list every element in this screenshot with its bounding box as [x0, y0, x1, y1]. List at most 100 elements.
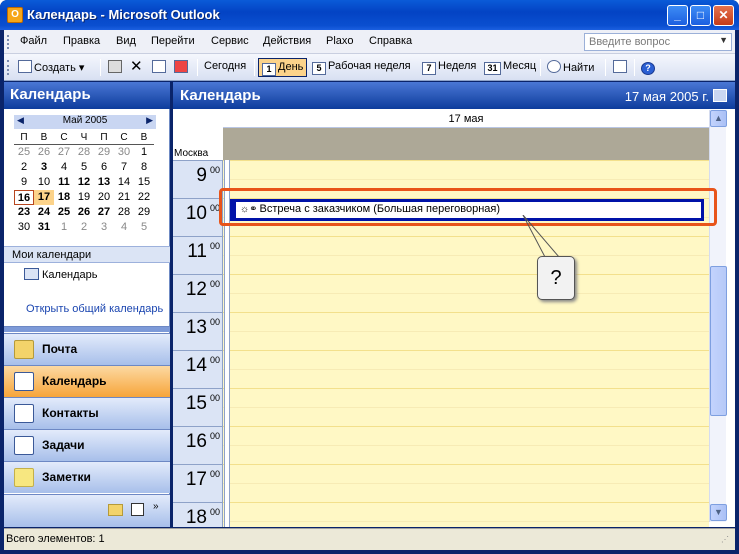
- date-cell[interactable]: 29: [94, 145, 114, 160]
- scroll-up-icon[interactable]: ▲: [710, 110, 727, 127]
- date-cell[interactable]: 6: [94, 160, 114, 175]
- find-button[interactable]: Найти: [544, 58, 597, 77]
- help-button[interactable]: ?: [638, 58, 660, 77]
- half-hour-slot-line: [223, 521, 709, 522]
- menu-help[interactable]: Справка: [369, 35, 412, 47]
- today-button[interactable]: Сегодня: [201, 58, 249, 77]
- date-cell[interactable]: 24: [34, 205, 54, 220]
- menu-go[interactable]: Перейти: [151, 35, 195, 47]
- close-button[interactable]: ✕: [713, 5, 734, 26]
- open-shared-calendar-link[interactable]: Открыть общий календарь: [26, 303, 163, 315]
- address-book-small-button[interactable]: [610, 58, 632, 77]
- date-cell[interactable]: 23: [14, 205, 34, 220]
- date-cell[interactable]: 3: [34, 160, 54, 175]
- date-cell[interactable]: 19: [74, 190, 94, 205]
- date-cell[interactable]: 9: [14, 175, 34, 190]
- next-month-icon[interactable]: ▶: [146, 115, 153, 126]
- menu-file[interactable]: Файл: [20, 35, 47, 47]
- address-book-button[interactable]: [171, 58, 193, 77]
- delete-icon: ✕: [130, 58, 143, 75]
- date-cell[interactable]: 26: [34, 145, 54, 160]
- date-cell[interactable]: 2: [14, 160, 34, 175]
- calendar-list-item[interactable]: Календарь: [24, 268, 98, 281]
- date-cell[interactable]: 15: [134, 175, 154, 190]
- calendar-date-icon[interactable]: [713, 89, 727, 102]
- scroll-down-icon[interactable]: ▼: [710, 504, 727, 521]
- date-cell[interactable]: 16: [14, 190, 34, 205]
- date-cell[interactable]: 1: [54, 220, 74, 235]
- calendar-icon: [14, 372, 34, 391]
- print-icon: [108, 60, 122, 73]
- day-view-button[interactable]: 1 День: [258, 58, 308, 77]
- date-cell[interactable]: 1: [134, 145, 154, 160]
- date-cell[interactable]: 5: [134, 220, 154, 235]
- scroll-thumb[interactable]: [710, 266, 727, 416]
- date-cell[interactable]: 4: [114, 220, 134, 235]
- nav-contacts-button[interactable]: Контакты: [4, 397, 170, 429]
- date-cell[interactable]: 12: [74, 175, 94, 190]
- date-cell[interactable]: 29: [134, 205, 154, 220]
- date-cell[interactable]: 25: [14, 145, 34, 160]
- menubar-grip-icon[interactable]: [7, 35, 10, 49]
- date-cell[interactable]: 18: [54, 190, 74, 205]
- date-cell[interactable]: 28: [114, 205, 134, 220]
- date-cell[interactable]: 20: [94, 190, 114, 205]
- shortcut-icon[interactable]: [131, 503, 144, 516]
- date-cell[interactable]: 22: [134, 190, 154, 205]
- resize-grip-icon[interactable]: ⋰: [721, 535, 733, 547]
- print-button[interactable]: [105, 58, 127, 77]
- view-grid-button[interactable]: [149, 58, 171, 77]
- menu-plaxo[interactable]: Plaxo: [326, 35, 354, 47]
- date-cell[interactable]: 3: [94, 220, 114, 235]
- vertical-scrollbar[interactable]: ▲ ▼: [709, 110, 727, 522]
- date-cell[interactable]: 8: [134, 160, 154, 175]
- date-cell[interactable]: 26: [74, 205, 94, 220]
- create-button[interactable]: Создать ▾: [15, 58, 87, 77]
- date-cell[interactable]: 17: [34, 190, 54, 205]
- date-cell[interactable]: 4: [54, 160, 74, 175]
- date-cell[interactable]: 27: [54, 145, 74, 160]
- day-column-header[interactable]: 17 мая: [223, 110, 709, 128]
- configure-buttons-icon[interactable]: »: [153, 501, 159, 512]
- title-bar[interactable]: O Календарь - Microsoft Outlook _ □ ✕: [0, 0, 739, 30]
- date-cell[interactable]: 7: [114, 160, 134, 175]
- minimize-button[interactable]: _: [667, 5, 688, 26]
- pane-splitter[interactable]: [4, 326, 170, 332]
- weekday-header: П: [94, 130, 114, 145]
- nav-tasks-button[interactable]: Задачи: [4, 429, 170, 461]
- date-cell[interactable]: 27: [94, 205, 114, 220]
- outlook-icon: O: [7, 7, 23, 23]
- work-week-button[interactable]: 5 Рабочая неделя: [309, 58, 414, 77]
- maximize-button[interactable]: □: [690, 5, 711, 26]
- date-cell[interactable]: 14: [114, 175, 134, 190]
- work-week-label: Рабочая неделя: [328, 60, 411, 72]
- date-cell[interactable]: 2: [74, 220, 94, 235]
- date-cell[interactable]: 31: [34, 220, 54, 235]
- prev-month-icon[interactable]: ◀: [17, 115, 24, 126]
- date-cell[interactable]: 25: [54, 205, 74, 220]
- folder-icon[interactable]: [108, 504, 123, 516]
- nav-notes-button[interactable]: Заметки: [4, 461, 170, 493]
- all-day-events-area[interactable]: [223, 128, 709, 160]
- nav-mail-button[interactable]: Почта: [4, 333, 170, 365]
- month-button[interactable]: 31 Месяц: [481, 58, 539, 77]
- nav-calendar-button[interactable]: Календарь: [4, 365, 170, 397]
- delete-button[interactable]: ✕: [127, 58, 146, 77]
- week-button[interactable]: 7 Неделя: [419, 58, 479, 77]
- help-search-input[interactable]: Введите вопрос ▼: [584, 33, 732, 51]
- menu-view[interactable]: Вид: [116, 35, 136, 47]
- date-cell[interactable]: 10: [34, 175, 54, 190]
- chevron-down-icon[interactable]: ▼: [719, 35, 728, 45]
- date-cell[interactable]: 5: [74, 160, 94, 175]
- menu-tools[interactable]: Сервис: [211, 35, 249, 47]
- toolbar-grip-icon[interactable]: [7, 60, 10, 75]
- date-cell[interactable]: 13: [94, 175, 114, 190]
- menu-actions[interactable]: Действия: [263, 35, 311, 47]
- date-cell[interactable]: 11: [54, 175, 74, 190]
- menu-edit[interactable]: Правка: [63, 35, 100, 47]
- date-cell[interactable]: 21: [114, 190, 134, 205]
- menu-bar: Файл Правка Вид Перейти Сервис Действия …: [4, 30, 735, 54]
- date-cell[interactable]: 28: [74, 145, 94, 160]
- date-cell[interactable]: 30: [14, 220, 34, 235]
- date-cell[interactable]: 30: [114, 145, 134, 160]
